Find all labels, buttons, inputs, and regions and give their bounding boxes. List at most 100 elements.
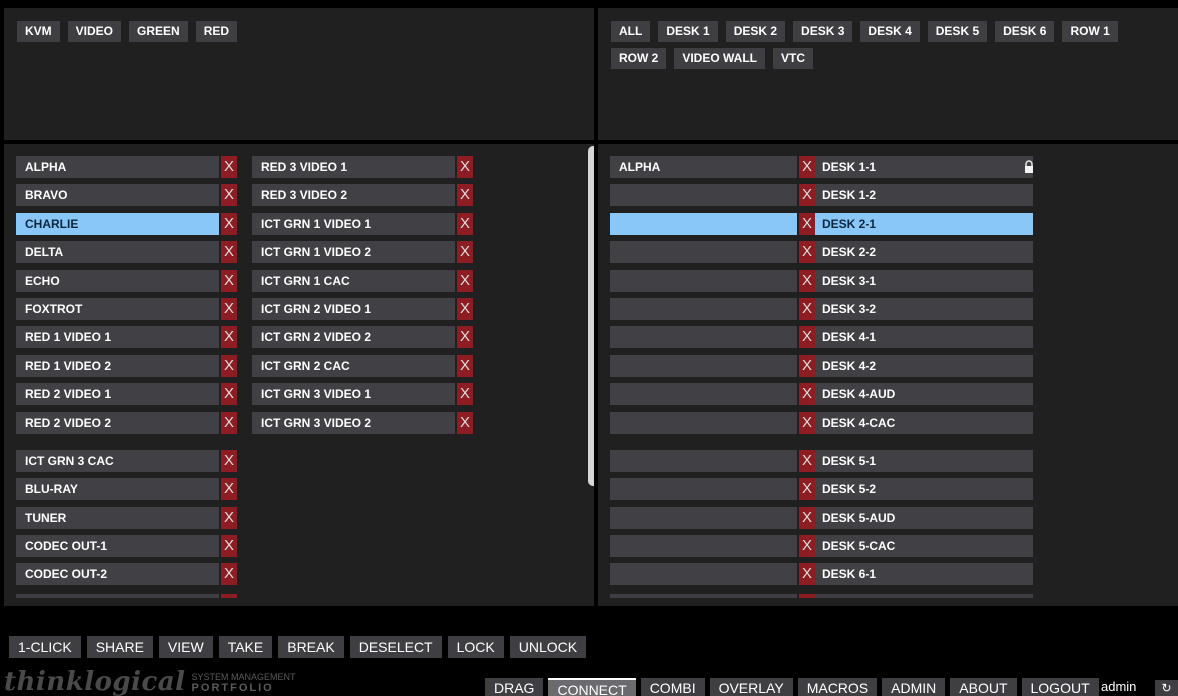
remove-icon[interactable]: X xyxy=(457,184,473,207)
source-filter-tag[interactable]: KVM xyxy=(17,21,60,42)
destination-item-label: DESK 2-1 xyxy=(815,212,1033,235)
remove-icon[interactable]: X xyxy=(799,269,815,292)
nav-about-tab[interactable]: ABOUT xyxy=(950,678,1017,696)
remove-icon[interactable]: X xyxy=(221,212,237,235)
source-item[interactable]: CODEC OUT-1 X xyxy=(16,535,238,558)
source-item[interactable]: ICT GRN 2 VIDEO 2X xyxy=(252,326,474,349)
remove-icon[interactable]: X xyxy=(221,241,237,264)
source-item[interactable]: RED 1 VIDEO 1X xyxy=(16,326,238,349)
source-item[interactable]: ICT GRN 2 CAC X xyxy=(252,354,474,377)
source-item[interactable]: RED 3 VIDEO 1X xyxy=(252,156,474,178)
source-item[interactable]: BRAVO X xyxy=(16,184,238,207)
source-item[interactable]: ICT GRN 2 VIDEO 1X xyxy=(252,297,474,320)
source-item[interactable]: RED 1 VIDEO 2X xyxy=(16,354,238,377)
remove-icon[interactable]: X xyxy=(799,212,815,235)
remove-icon[interactable]: X xyxy=(799,563,815,586)
remove-icon[interactable]: X xyxy=(457,212,473,235)
remove-icon[interactable]: X xyxy=(799,506,815,529)
destination-filter-tag[interactable]: DESK 2 xyxy=(725,21,786,42)
action-take-button[interactable]: TAKE xyxy=(218,636,273,658)
remove-icon[interactable]: X xyxy=(799,156,815,178)
source-item[interactable]: ICT GRN 3 VIDEO 1X xyxy=(252,383,474,406)
destination-filter-tag[interactable]: ALL xyxy=(611,21,651,42)
remove-icon[interactable]: X xyxy=(221,184,237,207)
destination-filter-tag[interactable]: DESK 3 xyxy=(793,21,853,42)
nav-admin-tab[interactable]: ADMIN xyxy=(882,678,946,696)
source-item[interactable]: BLU-RAY X xyxy=(16,478,238,501)
source-filter-tag[interactable]: GREEN xyxy=(129,21,188,42)
destination-filter-tag[interactable]: VTC xyxy=(773,48,814,69)
destination-filter-tag[interactable]: DESK 4 xyxy=(860,21,920,42)
remove-icon[interactable]: X xyxy=(221,478,237,501)
remove-icon[interactable]: X xyxy=(457,156,473,178)
source-item[interactable]: ALPHA X xyxy=(16,156,238,178)
source-item[interactable]: CHARLIE X xyxy=(16,212,238,235)
remove-icon[interactable]: X xyxy=(799,326,815,349)
remove-icon[interactable]: X xyxy=(457,269,473,292)
source-item[interactable]: ICT GRN 1 VIDEO 2X xyxy=(252,241,474,264)
remove-icon[interactable]: X xyxy=(457,383,473,406)
remove-icon[interactable]: X xyxy=(799,383,815,406)
remove-icon[interactable]: X xyxy=(457,411,473,434)
remove-icon[interactable]: X xyxy=(799,411,815,434)
destination-filter-tag[interactable]: VIDEO WALL xyxy=(674,48,766,69)
source-item[interactable]: FOXTROT X xyxy=(16,297,238,320)
remove-icon[interactable]: X xyxy=(457,297,473,320)
action-break-button[interactable]: BREAK xyxy=(278,636,344,658)
lock-icon[interactable] xyxy=(1023,160,1035,174)
remove-icon[interactable]: X xyxy=(221,383,237,406)
nav-drag-tab[interactable]: DRAG xyxy=(485,678,544,696)
remove-icon[interactable]: X xyxy=(221,506,237,529)
source-item[interactable]: RED 2 VIDEO 2X xyxy=(16,411,238,434)
source-filter-tag[interactable]: RED xyxy=(195,21,238,42)
nav-macros-tab[interactable]: MACROS xyxy=(797,678,878,696)
source-item[interactable]: ECHO X xyxy=(16,269,238,292)
destination-filter-tag[interactable]: DESK 1 xyxy=(658,21,718,42)
action-lock-button[interactable]: LOCK xyxy=(447,636,504,658)
remove-icon[interactable]: X xyxy=(457,326,473,349)
source-item[interactable]: ICT GRN 3 CAC X xyxy=(16,449,238,472)
remove-icon[interactable]: X xyxy=(221,563,237,586)
remove-icon[interactable]: X xyxy=(221,354,237,377)
source-item[interactable]: TUNER X xyxy=(16,506,238,529)
remove-icon[interactable]: X xyxy=(221,297,237,320)
source-item[interactable]: RED 2 VIDEO 1X xyxy=(16,383,238,406)
remove-icon[interactable]: X xyxy=(221,156,237,178)
remove-icon[interactable]: X xyxy=(799,354,815,377)
remove-icon[interactable]: X xyxy=(457,354,473,377)
source-item[interactable]: ICT GRN 1 CAC X xyxy=(252,269,474,292)
remove-icon[interactable]: X xyxy=(799,241,815,264)
nav-connect-tab[interactable]: CONNECT xyxy=(548,678,636,696)
refresh-icon[interactable]: ↻ xyxy=(1155,680,1178,696)
source-filter-tag[interactable]: VIDEO xyxy=(67,21,122,42)
source-item[interactable]: ICT GRN 3 VIDEO 2X xyxy=(252,411,474,434)
action-view-button[interactable]: VIEW xyxy=(158,636,213,658)
source-item[interactable]: CODEC OUT-2 X xyxy=(16,563,238,586)
remove-icon[interactable]: X xyxy=(799,297,815,320)
remove-icon[interactable]: X xyxy=(221,411,237,434)
remove-icon[interactable]: X xyxy=(221,449,237,472)
source-scrollbar[interactable] xyxy=(588,146,594,486)
action-deselect-button[interactable]: DESELECT xyxy=(349,636,442,658)
remove-icon[interactable]: X xyxy=(221,535,237,558)
destination-filter-tag[interactable]: ROW 2 xyxy=(611,48,667,69)
nav-logout-tab[interactable]: LOGOUT xyxy=(1021,678,1099,696)
source-item[interactable]: DELTA X xyxy=(16,241,238,264)
source-item[interactable]: ICT GRN 1 VIDEO 1X xyxy=(252,212,474,235)
nav-overlay-tab[interactable]: OVERLAY xyxy=(709,678,793,696)
destination-filter-tag[interactable]: DESK 5 xyxy=(927,21,988,42)
source-item[interactable]: RED 3 VIDEO 2X xyxy=(252,184,474,207)
nav-combi-tab[interactable]: COMBI xyxy=(640,678,705,696)
remove-icon[interactable]: X xyxy=(221,269,237,292)
action-unlock-button[interactable]: UNLOCK xyxy=(509,636,587,658)
remove-icon[interactable]: X xyxy=(799,478,815,501)
remove-icon[interactable]: X xyxy=(799,184,815,207)
remove-icon[interactable]: X xyxy=(799,535,815,558)
remove-icon[interactable]: X xyxy=(457,241,473,264)
remove-icon[interactable]: X xyxy=(221,326,237,349)
action-1-click-button[interactable]: 1-CLICK xyxy=(9,636,81,658)
destination-filter-tag[interactable]: ROW 1 xyxy=(1062,21,1118,42)
destination-filter-tag[interactable]: DESK 6 xyxy=(995,21,1055,42)
action-share-button[interactable]: SHARE xyxy=(86,636,153,658)
remove-icon[interactable]: X xyxy=(799,449,815,472)
